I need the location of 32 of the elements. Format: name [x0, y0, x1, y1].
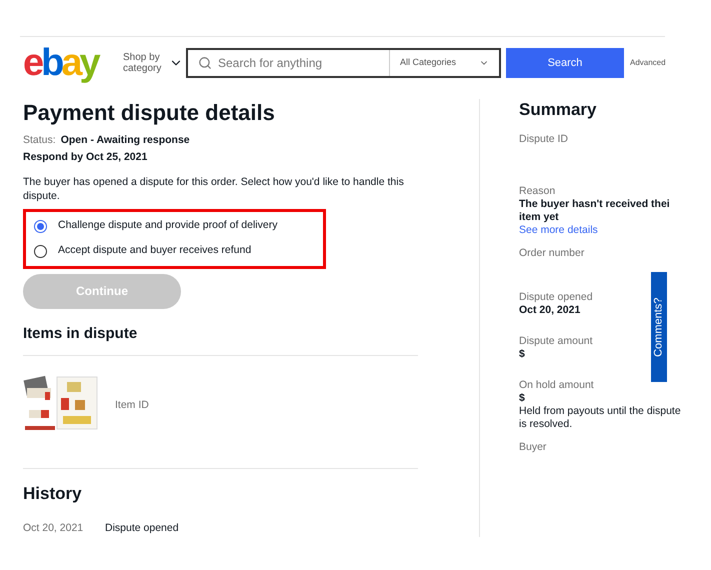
radio-button[interactable] — [34, 220, 47, 232]
summary-value: $ — [519, 392, 526, 405]
search-icon — [198, 56, 212, 70]
intro-text: The buyer has opened a dispute for this order. Select how you'd like to handle this dispute. — [23, 174, 405, 202]
shop-by-category-button[interactable]: Shop by category — [123, 52, 183, 74]
section-title: History — [23, 483, 83, 505]
radio-button[interactable] — [34, 244, 47, 258]
search-button[interactable]: Search — [506, 48, 624, 78]
see-more-details-link[interactable]: See more details — [519, 224, 687, 237]
summary-label: Reason — [519, 185, 556, 198]
radio-option[interactable]: Accept dispute and buyer receives refund — [34, 238, 315, 264]
logo[interactable]: ebay — [23, 44, 113, 82]
item-id-label: Item ID — [115, 398, 149, 414]
summary-label: Buyer — [519, 441, 548, 454]
status-value: Open - Awaiting response — [60, 133, 190, 148]
search-field[interactable]: Search for anything All Categories — [186, 48, 501, 78]
respond-by-text: Respond by Oct 25, 2021 — [23, 150, 148, 165]
advanced-link[interactable]: Advanced — [630, 57, 666, 69]
status-label: Status: — [23, 133, 56, 148]
summary-label: Order number — [519, 247, 586, 260]
history-event: Dispute opened — [105, 520, 179, 536]
history-date: Oct 20, 2021 — [23, 520, 84, 536]
summary-label: Dispute ID — [519, 133, 570, 146]
page-title: Payment dispute details — [23, 99, 276, 127]
category-dropdown[interactable]: All Categories — [389, 50, 499, 76]
summary-value: The buyer hasn't received thei item yet — [519, 198, 671, 224]
radio-option[interactable]: Challenge dispute and provide proof of delivery — [34, 214, 315, 238]
feedback-tab[interactable]: Comments? — [651, 272, 667, 382]
summary-note: Held from payouts until the dispute is resolved. — [519, 405, 682, 431]
section-title: Items in dispute — [23, 324, 138, 344]
summary-label: On hold amount — [519, 379, 595, 392]
summary-title: Summary — [519, 99, 598, 121]
